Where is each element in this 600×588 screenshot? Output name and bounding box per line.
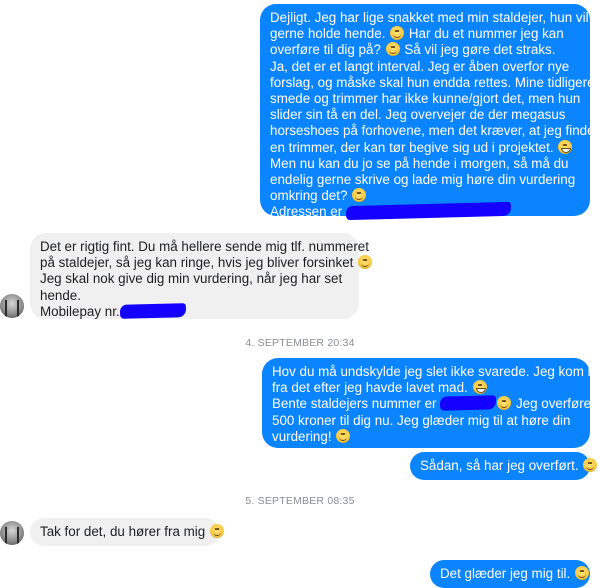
grin-emoji-icon xyxy=(472,380,487,395)
message-line: gerne holde hende. Har du et nummer jeg … xyxy=(270,26,564,42)
message-line: Det er rigtig fint. Du må hellere sende … xyxy=(40,239,369,254)
smile-emoji-icon xyxy=(390,26,405,41)
smile-emoji-icon xyxy=(358,255,373,270)
message-line: fra det efter jeg havde lavet mad. xyxy=(272,380,580,396)
message-line: hende. xyxy=(40,287,81,303)
message-line: Tak for det, du hører fra mig xyxy=(40,524,224,540)
message-line: forslag, og måske skal hun endda rettes.… xyxy=(270,74,595,90)
outgoing-message-bubble[interactable]: Hov du må undskylde jeg slet ikke svared… xyxy=(262,358,600,448)
message-line: Mobilepay nr. xyxy=(40,302,349,320)
message-line: Det glæder jeg mig til. xyxy=(440,566,589,582)
smile-emoji-icon xyxy=(574,566,589,580)
message-line: Jeg skal nok give dig min vurdering, når… xyxy=(40,271,343,287)
smile-emoji-icon xyxy=(352,188,367,203)
contact-avatar[interactable] xyxy=(0,294,24,318)
redaction-mark xyxy=(345,202,512,221)
message-line: Men nu kan du jo se på hende i morgen, s… xyxy=(270,155,569,171)
smile-emoji-icon xyxy=(583,458,598,472)
message-line: overføre til dig på? Så vil jeg gøre det… xyxy=(270,42,556,58)
outgoing-message-bubble[interactable]: Dejligt. Jeg har lige snakket med min st… xyxy=(260,4,600,221)
message-line: Adressen er xyxy=(270,202,580,221)
message-line: Bente staldejers nummer er Jeg overfører xyxy=(272,395,596,412)
outgoing-message-bubble[interactable]: Sådan, så har jeg overført. xyxy=(410,452,598,480)
message-line: omkring det? xyxy=(270,188,580,204)
message-line: Ja, det er et langt interval. Jeg er åbe… xyxy=(270,58,570,74)
message-line: horseshoes på forhovene, men det kræver,… xyxy=(270,123,600,139)
smile-emoji-icon xyxy=(385,42,400,57)
message-line: endelig gerne skrive og lade mig høre di… xyxy=(270,172,576,188)
redaction-mark xyxy=(440,395,497,412)
incoming-message-bubble[interactable]: Det er rigtig fint. Du må hellere sende … xyxy=(30,233,373,320)
message-line: vurdering! xyxy=(272,428,580,445)
incoming-message-bubble[interactable]: Tak for det, du hører fra mig xyxy=(30,518,224,546)
timestamp-divider: 5. SEPTEMBER 08:35 xyxy=(245,495,355,507)
smile-emoji-icon xyxy=(336,428,351,443)
message-line: Hov du må undskylde jeg slet ikke svared… xyxy=(272,364,600,379)
message-line: slider sin tå en del. Jeg overvejer de d… xyxy=(270,107,566,123)
message-line: smede og trimmer har ikke kunne/gjort de… xyxy=(270,91,581,107)
message-line: Dejligt. Jeg har lige snakket med min st… xyxy=(270,10,589,25)
outgoing-message-bubble[interactable]: Det glæder jeg mig til. xyxy=(430,560,590,588)
message-line: Sådan, så har jeg overført. xyxy=(420,458,598,474)
smile-emoji-icon xyxy=(497,396,512,411)
contact-avatar[interactable] xyxy=(0,521,24,545)
smile-emoji-icon xyxy=(209,524,224,538)
redaction-mark xyxy=(119,302,186,319)
message-line: på staldejer, så jeg kan ringe, hvis jeg… xyxy=(40,255,373,271)
message-line: en trimmer, der kan tør begive sig ud i … xyxy=(270,139,580,156)
grin-emoji-icon xyxy=(558,139,573,154)
message-line: 500 kroner til dig nu. Jeg glæder mig ti… xyxy=(272,412,571,428)
timestamp-divider: 4. SEPTEMBER 20:34 xyxy=(245,337,355,349)
